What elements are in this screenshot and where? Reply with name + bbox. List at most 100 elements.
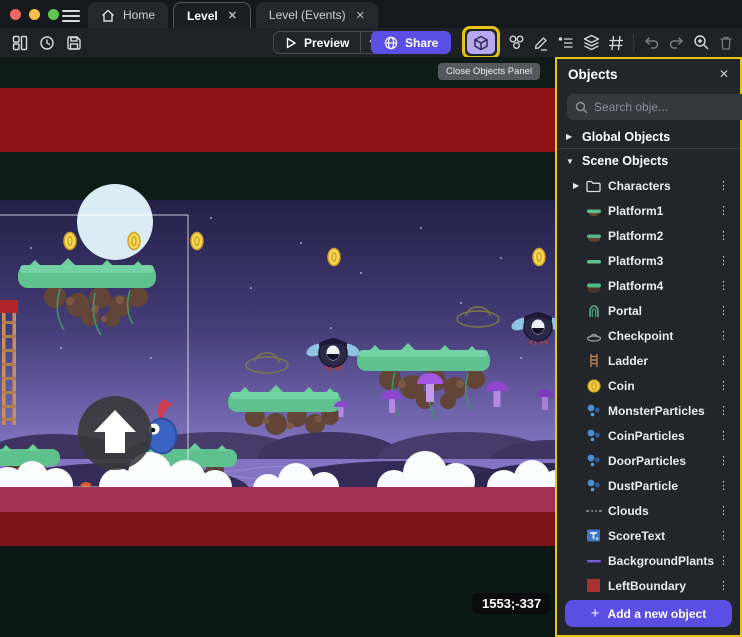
menu-icon[interactable] [62, 7, 80, 21]
object-menu-button[interactable]: ⋮ [715, 379, 732, 392]
object-menu-button[interactable]: ⋮ [715, 554, 732, 567]
object-row-monsterparticles[interactable]: MonsterParticles⋮ [557, 398, 740, 423]
window-controls [10, 9, 59, 20]
object-row-ladder[interactable]: Ladder⋮ [557, 348, 740, 373]
object-row-portal[interactable]: Portal⋮ [557, 298, 740, 323]
jump-arrow-control[interactable] [78, 396, 152, 470]
object-menu-button[interactable]: ⋮ [715, 279, 732, 292]
object-label: MonsterParticles [608, 404, 715, 418]
tab-level[interactable]: Level ✕ [173, 2, 251, 28]
save-icon[interactable] [62, 31, 86, 55]
object-menu-button[interactable]: ⋮ [715, 429, 732, 442]
trash-icon[interactable] [714, 31, 738, 55]
objects-panel-highlight [462, 26, 500, 59]
object-row-platform4[interactable]: Platform4⋮ [557, 273, 740, 298]
object-row-clouds[interactable]: Clouds⋮ [557, 498, 740, 523]
objects-panel: Objects ✕ ▶ Global Objects ▼ Scene Objec… [555, 57, 742, 637]
object-menu-button[interactable]: ⋮ [715, 179, 732, 192]
tab-home[interactable]: Home [88, 2, 168, 28]
platform1-icon [585, 202, 602, 219]
object-row-scoretext[interactable]: ScoreText⋮ [557, 523, 740, 548]
object-row-coinparticles[interactable]: CoinParticles⋮ [557, 423, 740, 448]
tab-label: Level [187, 9, 218, 23]
chevron-right-icon[interactable]: ▶ [573, 181, 585, 190]
preview-label: Preview [304, 36, 349, 50]
moon[interactable] [77, 184, 153, 260]
maximize-window-button[interactable] [48, 9, 59, 20]
object-row-doorparticles[interactable]: DoorParticles⋮ [557, 448, 740, 473]
object-search-box[interactable] [567, 94, 742, 120]
chevron-right-icon: ▶ [566, 132, 575, 141]
object-label: Ladder [608, 354, 715, 368]
add-new-object-button[interactable]: + Add a new object [565, 600, 732, 627]
layers-icon[interactable] [579, 31, 603, 55]
tab-level-events-[interactable]: Level (Events)✕ [256, 2, 378, 28]
object-label: Coin [608, 379, 715, 393]
platform4-icon [585, 277, 602, 294]
object-row-coin[interactable]: Coin⋮ [557, 373, 740, 398]
instances-icon[interactable] [504, 31, 528, 55]
object-row-platform2[interactable]: Platform2⋮ [557, 223, 740, 248]
zoom-in-icon[interactable] [689, 31, 713, 55]
checkpoint-icon [585, 327, 602, 344]
scene-editor-canvas[interactable]: 1553;-337 Close Objects Panel [0, 57, 557, 637]
object-label: LeftBoundary [608, 579, 715, 593]
object-row-characters[interactable]: ▶Characters⋮ [557, 173, 740, 198]
object-search-input[interactable] [594, 100, 742, 114]
object-row-dustparticle[interactable]: DustParticle⋮ [557, 473, 740, 498]
object-menu-button[interactable]: ⋮ [715, 304, 732, 317]
pencil-icon[interactable] [529, 31, 553, 55]
close-window-button[interactable] [10, 9, 21, 20]
object-row-platform1[interactable]: Platform1⋮ [557, 198, 740, 223]
object-properties-icon[interactable] [554, 31, 578, 55]
particles-icon [585, 402, 602, 419]
object-label: Portal [608, 304, 715, 318]
object-menu-button[interactable]: ⋮ [715, 504, 732, 517]
object-label: Clouds [608, 504, 715, 518]
plus-icon: + [591, 605, 600, 622]
object-row-leftboundary[interactable]: LeftBoundary⋮ [557, 573, 740, 594]
object-menu-button[interactable]: ⋮ [715, 404, 732, 417]
objects-panel-toggle-button[interactable] [467, 31, 495, 54]
close-panel-icon[interactable]: ✕ [719, 67, 729, 81]
object-menu-button[interactable]: ⋮ [715, 479, 732, 492]
object-menu-button[interactable]: ⋮ [715, 529, 732, 542]
object-label: CoinParticles [608, 429, 715, 443]
object-list: ▶Characters⋮Platform1⋮Platform2⋮Platform… [557, 173, 740, 594]
object-menu-button[interactable]: ⋮ [715, 579, 732, 592]
object-menu-button[interactable]: ⋮ [715, 329, 732, 342]
object-label: DoorParticles [608, 454, 715, 468]
minimize-window-button[interactable] [29, 9, 40, 20]
object-row-checkpoint[interactable]: Checkpoint⋮ [557, 323, 740, 348]
top-red-bar [0, 88, 557, 152]
bottom-crimson-bar [0, 487, 557, 512]
redo-icon[interactable] [664, 31, 688, 55]
particles-icon [585, 477, 602, 494]
platform2-icon [585, 227, 602, 244]
cursor-coordinates: 1553;-337 [472, 593, 551, 614]
particles-icon [585, 452, 602, 469]
undo-icon[interactable] [639, 31, 663, 55]
object-menu-button[interactable]: ⋮ [715, 454, 732, 467]
object-menu-button[interactable]: ⋮ [715, 204, 732, 217]
ladder-icon [585, 352, 602, 369]
group-global-objects[interactable]: ▶ Global Objects [557, 125, 740, 149]
app-window: HomeLevel✕Level (Events)✕ [0, 0, 742, 637]
close-tab-icon[interactable]: ✕ [226, 9, 237, 22]
object-menu-button[interactable]: ⋮ [715, 229, 732, 242]
object-menu-button[interactable]: ⋮ [715, 354, 732, 367]
scene-render[interactable] [0, 57, 557, 637]
search-row [557, 89, 740, 125]
history-icon[interactable] [35, 31, 59, 55]
share-button[interactable]: Share [371, 31, 451, 54]
object-row-backgroundplants[interactable]: BackgroundPlants⋮ [557, 548, 740, 573]
objects-panel-header: Objects ✕ [557, 59, 740, 89]
particles-icon [585, 427, 602, 444]
grid-icon[interactable] [604, 31, 628, 55]
object-menu-button[interactable]: ⋮ [715, 254, 732, 267]
panel-layout-icon[interactable] [8, 31, 32, 55]
object-row-platform3[interactable]: Platform3⋮ [557, 248, 740, 273]
close-tab-icon[interactable]: ✕ [354, 9, 365, 22]
group-scene-objects[interactable]: ▼ Scene Objects [557, 149, 740, 173]
chevron-down-icon: ▼ [566, 157, 575, 166]
